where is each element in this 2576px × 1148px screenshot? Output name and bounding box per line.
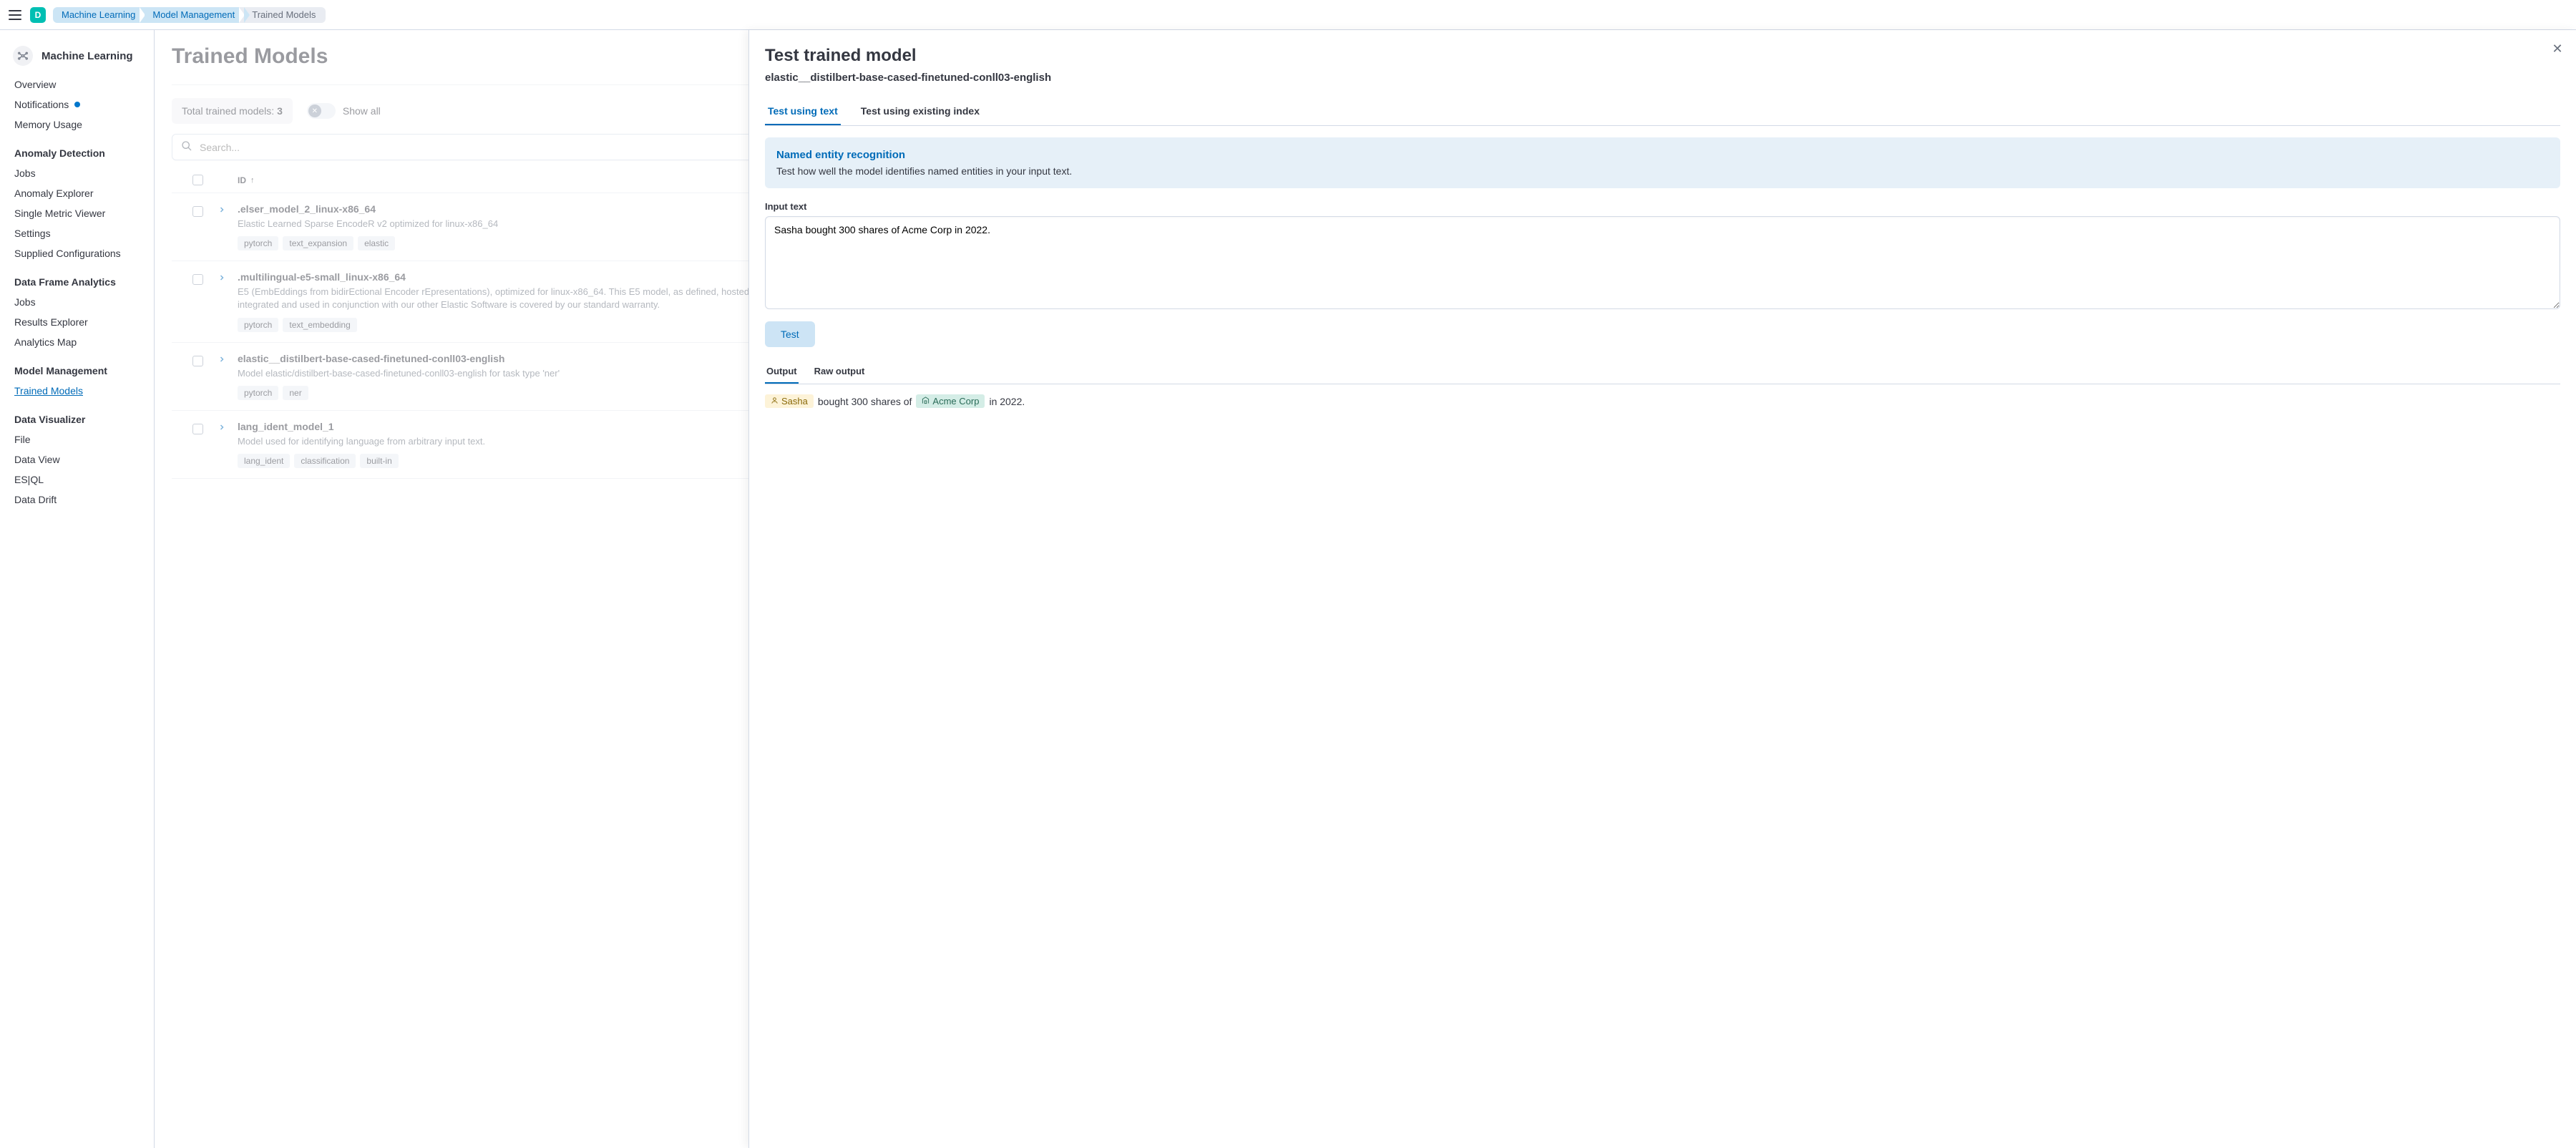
- ner-info-title: Named entity recognition: [776, 149, 2549, 161]
- sidebar-file[interactable]: File: [0, 429, 154, 449]
- subtab-raw-output[interactable]: Raw output: [813, 360, 867, 384]
- test-model-flyout: ✕ Test trained model elastic__distilbert…: [748, 30, 2576, 1148]
- flyout-model-id: elastic__distilbert-base-cased-finetuned…: [765, 72, 2560, 84]
- breadcrumb: Machine Learning Model Management Traine…: [53, 7, 326, 23]
- sidebar-analytics-map[interactable]: Analytics Map: [0, 332, 154, 352]
- breadcrumb-ml[interactable]: Machine Learning: [53, 7, 145, 23]
- sidebar-results-explorer[interactable]: Results Explorer: [0, 312, 154, 332]
- sidebar-data-drift[interactable]: Data Drift: [0, 490, 154, 510]
- sidebar-group-datavis: Data Visualizer: [0, 401, 154, 429]
- input-text-label: Input text: [765, 201, 2560, 212]
- tab-test-index[interactable]: Test using existing index: [858, 98, 982, 125]
- output-text-mid: bought 300 shares of: [818, 396, 912, 407]
- ner-output: Sasha bought 300 shares of Acme Corp in …: [765, 394, 2560, 408]
- close-flyout-button[interactable]: ✕: [2550, 42, 2565, 56]
- sidebar-single-metric[interactable]: Single Metric Viewer: [0, 203, 154, 223]
- tab-test-text[interactable]: Test using text: [765, 98, 841, 125]
- sidebar-data-view[interactable]: Data View: [0, 449, 154, 470]
- breadcrumb-trained-models: Trained Models: [239, 7, 326, 23]
- sidebar-overview[interactable]: Overview: [0, 74, 154, 94]
- sidebar-group-modelmgmt: Model Management: [0, 352, 154, 381]
- sidebar-group-anomaly: Anomaly Detection: [0, 135, 154, 163]
- sidebar-notifications-label: Notifications: [14, 99, 69, 110]
- flyout-title: Test trained model: [765, 46, 2560, 66]
- sidebar-anomaly-jobs[interactable]: Jobs: [0, 163, 154, 183]
- org-icon: [922, 397, 930, 407]
- sidebar: Machine Learning Overview Notifications …: [0, 30, 155, 1148]
- user-avatar[interactable]: D: [30, 7, 46, 23]
- test-button[interactable]: Test: [765, 321, 815, 347]
- sidebar-group-dfa: Data Frame Analytics: [0, 263, 154, 292]
- main-menu-button[interactable]: [7, 7, 23, 23]
- entity-org: Acme Corp: [916, 394, 985, 408]
- subtab-output[interactable]: Output: [765, 360, 799, 384]
- output-text-tail: in 2022.: [989, 396, 1025, 407]
- entity-person-text: Sasha: [781, 396, 808, 407]
- ner-info-box: Named entity recognition Test how well t…: [765, 137, 2560, 188]
- sidebar-anomaly-settings[interactable]: Settings: [0, 223, 154, 243]
- sidebar-app-title: Machine Learning: [42, 50, 133, 62]
- sidebar-dfa-jobs[interactable]: Jobs: [0, 292, 154, 312]
- sidebar-notifications[interactable]: Notifications: [0, 94, 154, 115]
- sidebar-trained-models[interactable]: Trained Models: [0, 381, 154, 401]
- entity-org-text: Acme Corp: [932, 396, 979, 407]
- ml-app-icon: [13, 46, 33, 66]
- sidebar-supplied-config[interactable]: Supplied Configurations: [0, 243, 154, 263]
- entity-person: Sasha: [765, 394, 814, 408]
- notification-dot-icon: [74, 102, 80, 107]
- sidebar-anomaly-explorer[interactable]: Anomaly Explorer: [0, 183, 154, 203]
- sidebar-memory-usage[interactable]: Memory Usage: [0, 115, 154, 135]
- sidebar-esql[interactable]: ES|QL: [0, 470, 154, 490]
- breadcrumb-model-mgmt[interactable]: Model Management: [140, 7, 245, 23]
- person-icon: [771, 397, 779, 407]
- ner-info-desc: Test how well the model identifies named…: [776, 165, 2549, 177]
- input-text-area[interactable]: [765, 216, 2560, 309]
